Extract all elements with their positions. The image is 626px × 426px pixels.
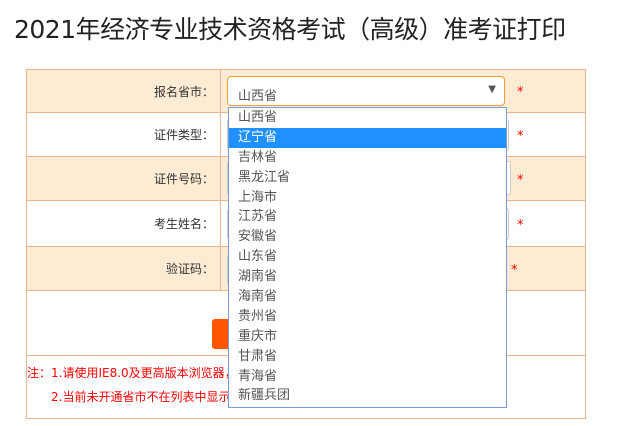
dropdown-option[interactable]: 江苏省 [229,207,506,227]
dropdown-option[interactable]: 贵州省 [229,307,506,327]
chevron-down-icon: ▼ [488,84,496,95]
id-type-label: 证件类型： [27,113,221,156]
province-selected-value: 山西省 [238,89,278,104]
dropdown-option[interactable]: 黑龙江省 [229,168,506,188]
dropdown-option[interactable]: 湖南省 [229,267,506,287]
id-number-label: 证件号码： [27,157,221,200]
dropdown-option[interactable]: 山东省 [229,247,506,267]
required-mark: * [517,217,524,233]
dropdown-option[interactable]: 上海市 [229,188,506,208]
dropdown-option[interactable]: 新疆兵团 [229,386,506,406]
required-mark: * [517,85,524,100]
province-select[interactable]: 山西省 ▼ [227,76,505,106]
page-title: 2021年经济专业技术资格考试（高级）准考证打印 [14,15,566,44]
required-mark: * [517,128,524,144]
dropdown-option[interactable]: 安徽省 [229,227,506,247]
required-mark: * [511,262,518,278]
dropdown-option[interactable]: 海南省 [229,287,506,307]
dropdown-option[interactable]: 甘肃省 [229,347,506,367]
captcha-label: 验证码： [27,247,221,290]
dropdown-option[interactable]: 山西省 [229,108,506,128]
province-dropdown-list[interactable]: 山西省 辽宁省 吉林省 黑龙江省 上海市 江苏省 安徽省 山东省 湖南省 海南省 贵州省 重庆市 甘肃省… [228,107,507,408]
dropdown-option[interactable]: 辽宁省 [229,127,506,148]
dropdown-option[interactable]: 青海省 [229,367,506,387]
dropdown-option[interactable]: 吉林省 [229,148,506,168]
dropdown-option[interactable]: 重庆市 [229,327,506,347]
name-label: 考生姓名： [27,201,221,246]
province-label: 报名省市： [27,70,221,112]
required-mark: * [517,172,524,188]
